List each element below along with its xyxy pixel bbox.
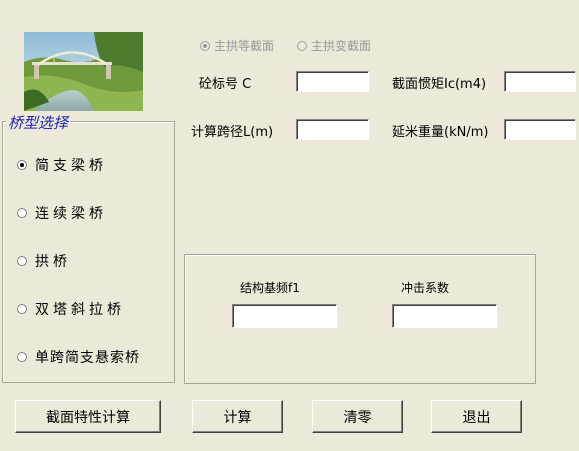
impact-output[interactable]: [392, 304, 497, 328]
exit-button[interactable]: 退出: [431, 400, 522, 433]
clear-button[interactable]: 清零: [312, 400, 403, 433]
radio-indicator[interactable]: [17, 256, 27, 266]
radio-suspension[interactable]: 单跨简支悬索桥: [17, 347, 140, 367]
bridge-photo: [24, 32, 143, 111]
span-label: 计算跨径L(m): [191, 125, 274, 140]
radio-cable-stayed[interactable]: 双塔斜拉桥: [17, 299, 125, 319]
weight-input[interactable]: [504, 119, 576, 140]
radio-arch-constant[interactable]: 主拱等截面: [200, 37, 274, 54]
bridge-type-legend: 桥型选择: [6, 112, 71, 133]
span-input[interactable]: [296, 119, 369, 140]
impact-label: 冲击系数: [401, 281, 450, 295]
radio-arch[interactable]: 拱桥: [17, 251, 71, 271]
radio-indicator[interactable]: [17, 208, 27, 218]
radio-indicator[interactable]: [200, 40, 210, 51]
frequency-output[interactable]: [232, 304, 337, 328]
calc-button[interactable]: 计算: [192, 400, 283, 433]
radio-indicator[interactable]: [297, 40, 307, 51]
radio-indicator[interactable]: [17, 160, 27, 170]
section-calc-button[interactable]: 截面特性计算: [15, 400, 161, 433]
inertia-input[interactable]: [504, 71, 576, 92]
radio-continuous[interactable]: 连续梁桥: [17, 203, 107, 223]
radio-indicator[interactable]: [17, 352, 27, 362]
concrete-grade-input[interactable]: [296, 71, 369, 92]
weight-label: 延米重量(kN/m): [392, 125, 489, 140]
frequency-label: 结构基频f1: [240, 281, 300, 295]
radio-arch-variable[interactable]: 主拱变截面: [297, 37, 371, 54]
radio-simply-supported[interactable]: 简支梁桥: [17, 155, 107, 175]
concrete-grade-label: 砼标号 C: [199, 77, 252, 92]
radio-indicator[interactable]: [17, 304, 27, 314]
inertia-label: 截面惯矩Ic(m4): [392, 77, 487, 92]
